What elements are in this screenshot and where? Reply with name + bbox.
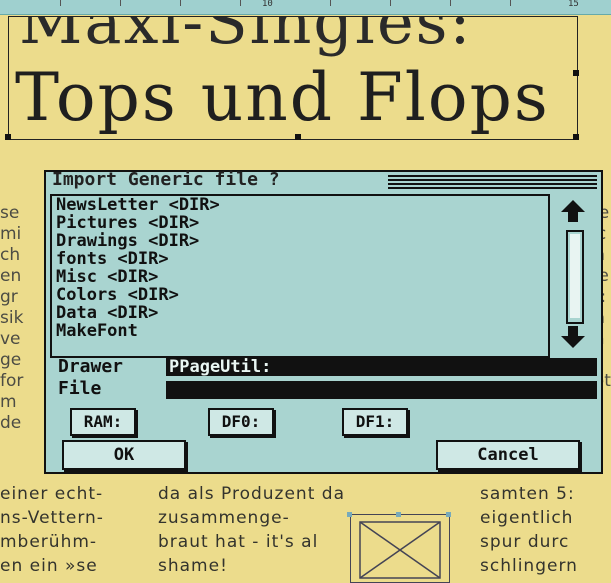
import-dialog: Import Generic file ? NewsLetter <DIR> P… [44,169,603,474]
file-item-makefont[interactable]: MakeFont [52,322,548,340]
ruler-mark-15: 15 [568,0,579,9]
body-text-column-2: da als Produzent da zusammenge- braut hat… [158,484,345,576]
picture-placeholder-frame[interactable] [350,514,450,583]
drawer-label: Drawer [58,356,124,377]
dialog-title: Import Generic file ? [52,169,280,190]
file-item-drawings[interactable]: Drawings <DIR> [52,232,548,250]
df0-button[interactable]: DF0: [208,408,274,436]
frame-handle[interactable] [295,134,301,140]
frame-handle[interactable] [5,134,11,140]
title-bar-stripes[interactable] [388,175,597,189]
frame-handle[interactable] [573,134,579,140]
file-item-pictures[interactable]: Pictures <DIR> [52,214,548,232]
drawer-field[interactable]: PPageUtil: [166,358,597,376]
df1-button[interactable]: DF1: [342,408,408,436]
file-item-misc[interactable]: Misc <DIR> [52,268,548,286]
file-list[interactable]: NewsLetter <DIR> Pictures <DIR> Drawings… [50,194,550,358]
ram-button[interactable]: RAM: [70,408,136,436]
body-text-column-1: einer echt-ns-Vettern- mberühm-en ein »s… [0,484,104,576]
headline-main-line: Tops und Flops [15,59,550,136]
frame-handle[interactable] [573,70,579,76]
headline-top-line: Maxi-Singles: [19,16,473,58]
picture-placeholder-icon [359,521,441,579]
file-field[interactable] [166,381,597,399]
ok-button[interactable]: OK [62,440,186,470]
body-text-column-3: samten 5: eigentlich spur durc schlingern [480,484,578,576]
file-item-newsletter[interactable]: NewsLetter <DIR> [52,196,548,214]
scroll-track[interactable] [566,230,584,324]
file-list-scrollbar[interactable] [554,194,592,354]
down-arrow-icon[interactable] [560,324,586,350]
ruler: 10 15 [0,0,611,15]
cancel-button[interactable]: Cancel [436,440,580,470]
ruler-mark-10: 10 [262,0,273,9]
file-item-data[interactable]: Data <DIR> [52,304,548,322]
scroll-thumb[interactable] [570,234,580,318]
headline-frame[interactable]: Maxi-Singles: Tops und Flops [8,16,578,140]
file-label: File [58,378,102,399]
file-item-colors[interactable]: Colors <DIR> [52,286,548,304]
up-arrow-icon[interactable] [560,198,586,224]
file-item-fonts[interactable]: fonts <DIR> [52,250,548,268]
background-column-left: se mi ch en gr sik ve ge for m de [0,203,24,433]
